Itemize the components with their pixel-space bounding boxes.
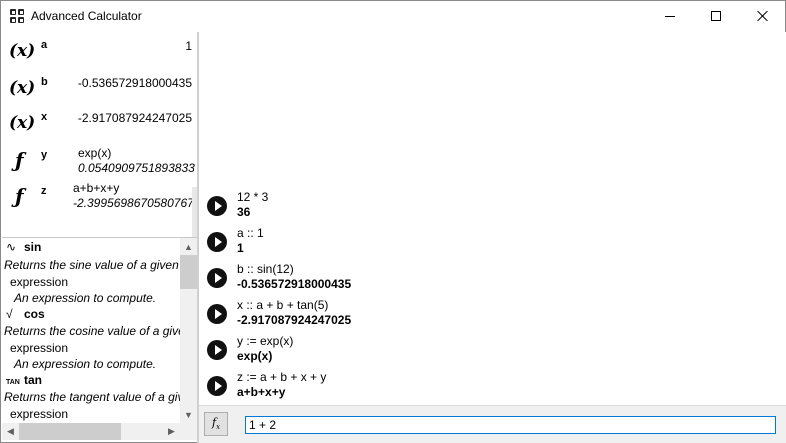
history-result: -2.917087924247025: [237, 313, 352, 327]
history-expression: x :: a + b + tan(5): [237, 298, 329, 312]
history-entry[interactable]: 12 * 3 36: [199, 190, 786, 226]
close-icon: [756, 10, 768, 22]
function-picker-button[interactable]: fx: [204, 412, 228, 436]
variable-row[interactable]: (x) x -2.917087924247025: [2, 104, 197, 140]
scrollbar-corner: [180, 423, 197, 440]
function-name: y: [41, 149, 48, 161]
play-icon[interactable]: [207, 196, 227, 216]
play-icon[interactable]: [207, 376, 227, 396]
function-result: 0.0540909751893833: [78, 161, 195, 175]
help-function-name: tan: [24, 373, 42, 387]
scrollbar-thumb[interactable]: [19, 423, 121, 440]
title-bar: Advanced Calculator: [1, 1, 785, 31]
history-expression: b :: sin(12): [237, 262, 294, 276]
play-icon[interactable]: [207, 304, 227, 324]
input-bar: fx: [199, 405, 786, 443]
function-icon: ƒ: [15, 148, 24, 172]
help-param-name: expression: [10, 341, 69, 355]
history-entry[interactable]: b :: sin(12) -0.536572918000435: [199, 262, 786, 298]
function-expression: a+b+x+y: [73, 181, 120, 195]
function-row[interactable]: ƒ z a+b+x+y -2.3995698670580767: [2, 178, 197, 214]
help-param-name: expression: [10, 407, 69, 421]
function-result: -2.3995698670580767: [73, 196, 194, 210]
history-expression: a :: 1: [237, 226, 264, 240]
function-help-pane: ∿ sin Returns the sine value of a given e…: [2, 238, 180, 423]
history-expression: z := a + b + x + y: [237, 370, 327, 384]
help-horizontal-scrollbar[interactable]: ◀ ▶: [2, 423, 180, 440]
scroll-down-icon[interactable]: ▼: [180, 406, 197, 423]
help-function-title: ∿ sin: [6, 240, 41, 254]
help-description: Returns the cosine value of a given expr…: [4, 324, 180, 338]
scroll-up-icon[interactable]: ▲: [180, 238, 197, 255]
history-entry[interactable]: y := exp(x) exp(x): [199, 334, 786, 370]
play-icon[interactable]: [207, 340, 227, 360]
help-function-name: sin: [24, 240, 42, 254]
fx-icon: fx: [211, 416, 221, 432]
history-pane: 12 * 3 36 a :: 1 1 b :: sin(12) -0.53657…: [199, 32, 786, 405]
calculator-app-icon: [10, 9, 24, 23]
play-icon[interactable]: [207, 268, 227, 288]
help-param-name: expression: [10, 275, 69, 289]
history-result: -0.536572918000435: [237, 277, 352, 291]
help-param-description: An expression to compute.: [14, 291, 157, 305]
history-entry[interactable]: x :: a + b + tan(5) -2.917087924247025: [199, 298, 786, 334]
history-result: 1: [237, 241, 244, 255]
expression-input[interactable]: [245, 416, 776, 434]
help-function-title: √ cos: [6, 307, 45, 321]
maximize-button[interactable]: [693, 1, 739, 31]
variable-row[interactable]: (x) b -0.536572918000435: [2, 69, 197, 105]
variable-value: 1: [185, 39, 192, 53]
close-button[interactable]: [739, 1, 785, 31]
variable-row[interactable]: (x) a 1: [2, 32, 197, 68]
maximize-icon: [711, 11, 721, 21]
help-vertical-scrollbar[interactable]: ▲ ▼: [180, 238, 197, 423]
history-entry[interactable]: z := a + b + x + y a+b+x+y: [199, 370, 786, 406]
scroll-left-icon[interactable]: ◀: [2, 423, 19, 440]
history-result: 36: [237, 205, 251, 219]
history-expression: y := exp(x): [237, 334, 294, 348]
calculator-window: Advanced Calculator (x) a 1 (x) b -0.536…: [0, 0, 786, 443]
variable-icon: (x): [9, 78, 36, 98]
minimize-icon: [665, 15, 675, 17]
history-result: a+b+x+y: [237, 385, 286, 399]
help-function-title: TAN tan: [6, 373, 42, 387]
function-icon: ƒ: [15, 184, 24, 208]
history-entry[interactable]: a :: 1 1: [199, 226, 786, 262]
scroll-right-icon[interactable]: ▶: [163, 423, 180, 440]
history-expression: 12 * 3: [237, 190, 269, 204]
scrollbar-thumb[interactable]: [180, 255, 197, 289]
minimize-button[interactable]: [647, 1, 693, 31]
variable-name: b: [41, 76, 48, 88]
function-expression: exp(x): [78, 146, 112, 160]
variable-icon: (x): [9, 41, 36, 61]
window-title: Advanced Calculator: [31, 9, 142, 23]
tan-icon: TAN: [6, 379, 20, 386]
help-description: Returns the tangent value of a given exp…: [4, 390, 180, 404]
function-row[interactable]: ƒ y exp(x) 0.0540909751893833: [2, 142, 197, 178]
function-name: z: [41, 185, 47, 197]
variable-icon: (x): [9, 113, 36, 133]
help-description: Returns the sine value of a given expres…: [4, 258, 180, 272]
play-icon[interactable]: [207, 232, 227, 252]
history-result: exp(x): [237, 349, 273, 363]
variable-name: x: [41, 111, 48, 123]
variables-pane: (x) a 1 (x) b -0.536572918000435 (x) x -…: [2, 32, 197, 237]
variable-value: -0.536572918000435: [77, 76, 192, 90]
sine-wave-icon: ∿: [6, 240, 17, 254]
cosine-icon: √: [6, 307, 13, 321]
variable-value: -2.917087924247025: [77, 111, 192, 125]
help-param-description: An expression to compute.: [14, 357, 157, 371]
help-function-name: cos: [24, 307, 45, 321]
variable-name: a: [41, 39, 48, 51]
